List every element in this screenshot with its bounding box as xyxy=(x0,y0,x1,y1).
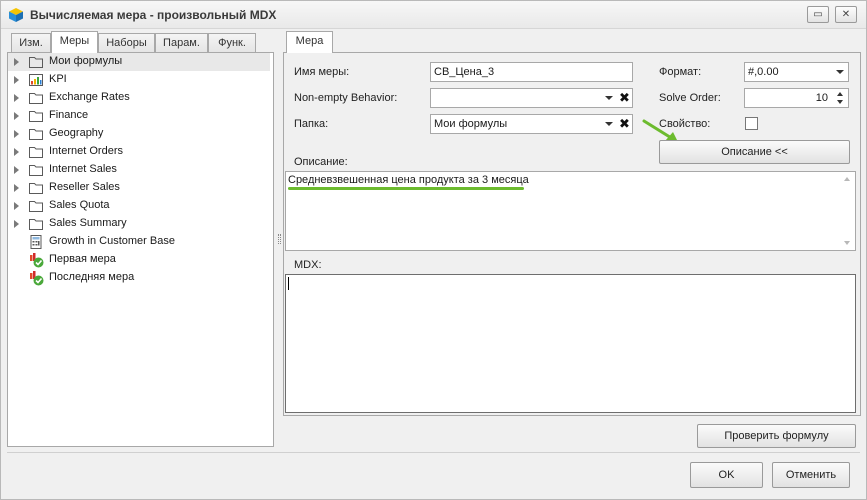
tree-item[interactable]: Последняя мера xyxy=(8,269,270,287)
chevron-down-icon[interactable] xyxy=(836,70,844,74)
tree-item[interactable]: Geography xyxy=(8,125,270,143)
scroll-down-icon[interactable] xyxy=(844,241,850,245)
kpi-icon xyxy=(28,72,44,88)
tree-item-label: Geography xyxy=(49,127,104,139)
app-cube-icon xyxy=(9,8,23,22)
folder-icon xyxy=(28,198,44,214)
tab-functions[interactable]: Функ. xyxy=(208,33,256,53)
tab-dimensions[interactable]: Изм. xyxy=(11,33,51,53)
solve-order-label: Solve Order: xyxy=(659,92,721,104)
tree-item-label: Internet Sales xyxy=(49,163,117,175)
text-caret xyxy=(288,277,289,290)
expand-arrow-icon[interactable] xyxy=(14,76,19,84)
expand-arrow-icon[interactable] xyxy=(14,184,19,192)
measure-check-icon xyxy=(28,252,44,268)
annotation-underline xyxy=(288,187,524,190)
tree-item-label: Reseller Sales xyxy=(49,181,120,193)
tree-item-label: Exchange Rates xyxy=(49,91,130,103)
check-formula-button[interactable]: Проверить формулу xyxy=(697,424,856,448)
tree-item[interactable]: Exchange Rates xyxy=(8,89,270,107)
tree-item-label: Internet Orders xyxy=(49,145,123,157)
tree-item-label: Мои формулы xyxy=(49,55,123,67)
tree-item-label: Первая мера xyxy=(49,253,116,265)
tree-item[interactable]: Первая мера xyxy=(8,251,270,269)
tree-item-label: KPI xyxy=(49,73,67,85)
folder-value: Мои формулы xyxy=(434,118,508,130)
tree-item[interactable]: Мои формулы xyxy=(8,53,270,71)
dialog-window: Вычисляемая мера - произвольный MDX ▭ ✕ … xyxy=(0,0,867,500)
footer-divider xyxy=(7,452,860,453)
splitter-handle[interactable] xyxy=(278,234,281,244)
folder-icon xyxy=(28,180,44,196)
folder-icon xyxy=(28,144,44,160)
title-bar: Вычисляемая мера - произвольный MDX ▭ ✕ xyxy=(1,1,866,29)
format-value: #,0.00 xyxy=(748,66,779,78)
spin-down-icon[interactable] xyxy=(837,100,843,104)
tree-item-label: Sales Summary xyxy=(49,217,127,229)
clear-icon[interactable]: ✖ xyxy=(619,116,630,132)
solve-order-value: 10 xyxy=(815,92,828,104)
solve-order-spinner[interactable]: 10 xyxy=(744,88,849,108)
folder-icon xyxy=(28,162,44,178)
nonempty-label: Non-empty Behavior: xyxy=(294,92,398,104)
folder-icon xyxy=(28,108,44,124)
tree-item[interactable]: Sales Summary xyxy=(8,215,270,233)
format-label: Формат: xyxy=(659,66,702,78)
cancel-button[interactable]: Отменить xyxy=(772,462,850,488)
clear-icon[interactable]: ✖ xyxy=(619,90,630,106)
format-select[interactable]: #,0.00 xyxy=(744,62,849,82)
tree-item[interactable]: Sales Quota xyxy=(8,197,270,215)
expand-arrow-icon[interactable] xyxy=(14,112,19,120)
description-text: Средневзвешенная цена продукта за 3 меся… xyxy=(288,174,529,186)
expand-arrow-icon[interactable] xyxy=(14,58,19,66)
scroll-up-icon[interactable] xyxy=(844,177,850,181)
tree-item[interactable]: Reseller Sales xyxy=(8,179,270,197)
description-label: Описание: xyxy=(294,156,348,168)
description-toggle-button[interactable]: Описание << xyxy=(659,140,850,164)
expand-arrow-icon[interactable] xyxy=(14,166,19,174)
window-title: Вычисляемая мера - произвольный MDX xyxy=(30,8,277,22)
measures-tree: Мои формулы KPI Exchange Rates Finance Geogr… xyxy=(7,52,274,447)
expand-arrow-icon[interactable] xyxy=(14,220,19,228)
tree-item-label: Growth in Customer Base xyxy=(49,235,175,247)
restore-button[interactable]: ▭ xyxy=(807,6,829,23)
mdx-label: MDX: xyxy=(294,259,322,271)
measure-name-input[interactable]: СВ_Цена_3 xyxy=(430,62,633,82)
spin-up-icon[interactable] xyxy=(837,92,843,96)
tree-item-label: Finance xyxy=(49,109,89,121)
folder-select[interactable]: Мои формулы ✖ xyxy=(430,114,633,134)
close-button[interactable]: ✕ xyxy=(835,6,857,23)
folder-icon xyxy=(28,126,44,142)
ok-button[interactable]: OK xyxy=(690,462,763,488)
measure-check-icon xyxy=(28,270,44,286)
folder-icon xyxy=(28,54,44,70)
tree-item[interactable]: Internet Sales xyxy=(8,161,270,179)
tree-item-label: Sales Quota xyxy=(49,199,110,211)
tree-item[interactable]: Internet Orders xyxy=(8,143,270,161)
tab-sets[interactable]: Наборы xyxy=(98,33,155,53)
calculator-icon xyxy=(28,234,44,250)
expand-arrow-icon[interactable] xyxy=(14,94,19,102)
name-label: Имя меры: xyxy=(294,66,350,78)
folder-icon xyxy=(28,216,44,232)
property-checkbox[interactable] xyxy=(745,117,758,130)
tree-item-label: Последняя мера xyxy=(49,271,135,283)
chevron-down-icon[interactable] xyxy=(605,122,613,126)
tab-measure[interactable]: Мера xyxy=(286,31,333,53)
description-textarea[interactable]: Средневзвешенная цена продукта за 3 меся… xyxy=(285,171,856,251)
folder-label: Папка: xyxy=(294,118,329,130)
tab-parameters[interactable]: Парам. xyxy=(155,33,208,53)
folder-icon xyxy=(28,90,44,106)
nonempty-select[interactable]: ✖ xyxy=(430,88,633,108)
tree-item[interactable]: Growth in Customer Base xyxy=(8,233,270,251)
expand-arrow-icon[interactable] xyxy=(14,202,19,210)
mdx-editor[interactable] xyxy=(285,274,856,413)
expand-arrow-icon[interactable] xyxy=(14,148,19,156)
chevron-down-icon[interactable] xyxy=(605,96,613,100)
expand-arrow-icon[interactable] xyxy=(14,130,19,138)
tree-item[interactable]: Finance xyxy=(8,107,270,125)
tab-measures[interactable]: Меры xyxy=(51,31,98,53)
tree-item[interactable]: KPI xyxy=(8,71,270,89)
